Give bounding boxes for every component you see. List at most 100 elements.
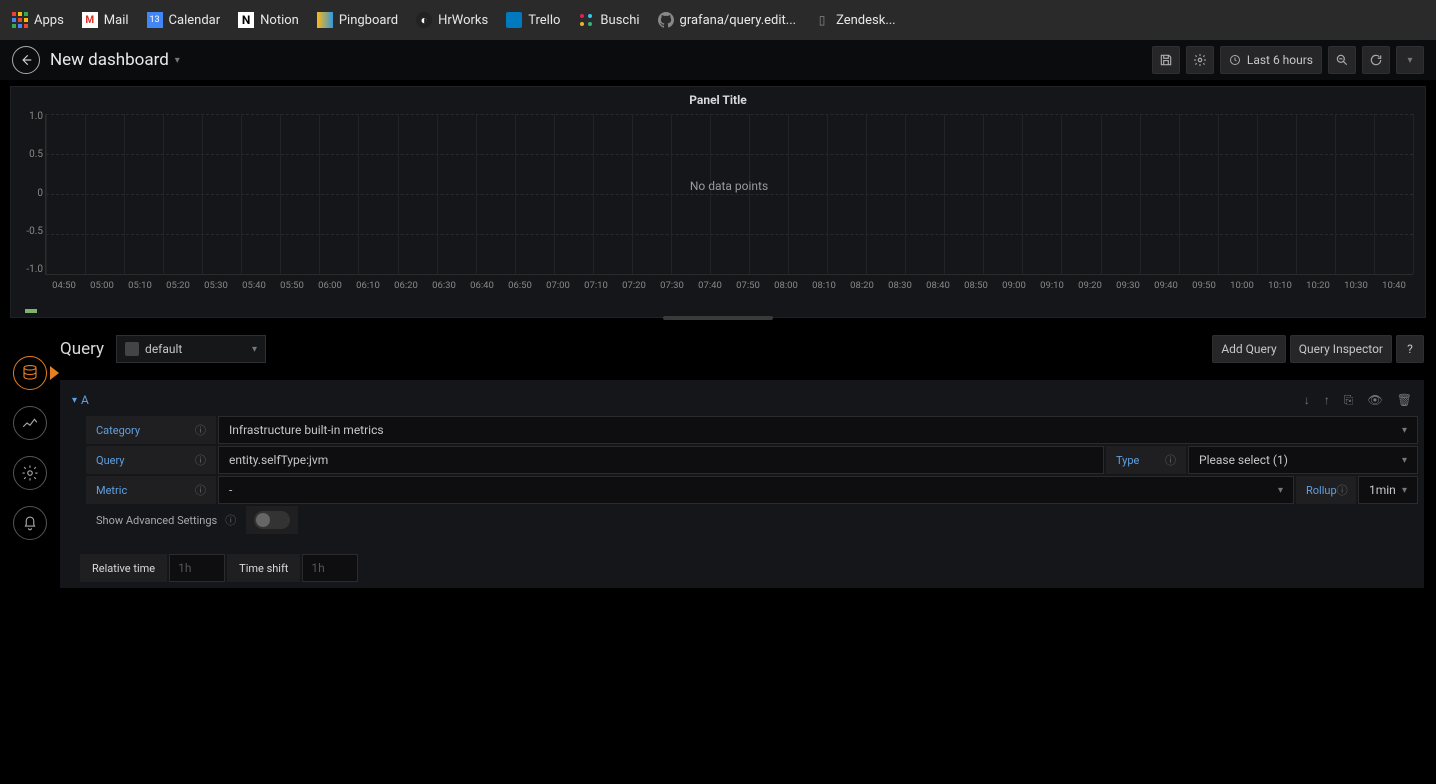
bookmark-hrworks[interactable]: ◐ HrWorks [416,12,488,28]
info-icon[interactable]: ⓘ [1337,482,1348,498]
datasource-select[interactable]: default ▾ [116,335,266,363]
relative-time-label: Relative time [80,554,167,582]
dashboard-title: New dashboard [50,50,169,70]
slack-icon [578,12,594,28]
tab-queries[interactable] [13,356,47,390]
info-icon[interactable]: ⓘ [195,452,206,468]
apps-icon [12,12,28,28]
tab-alert[interactable] [13,506,47,540]
bookmark-label: Apps [34,13,64,28]
chart-area[interactable]: 1.0 0.5 0 -0.5 -1.0 No data points 04:50… [45,111,1413,289]
duplicate-button[interactable]: ⎘ [1344,393,1354,408]
category-label: Categoryⓘ [86,416,216,444]
category-select[interactable]: Infrastructure built-in metrics▾ [218,416,1418,444]
bookmark-calendar[interactable]: 13 Calendar [147,12,221,28]
move-down-button[interactable]: ↓ [1304,393,1310,408]
time-range-label: Last 6 hours [1247,53,1313,67]
zoom-out-icon [1335,53,1349,67]
query-section-title: Query [60,339,104,359]
query-row-header[interactable]: ▾ A ↓ ↑ ⎘ 👁 🗑 [66,386,1418,414]
caret-down-icon: ▾ [1402,485,1407,496]
info-icon[interactable]: ⓘ [1165,452,1176,468]
gear-icon [1193,53,1207,67]
advanced-toggle[interactable] [254,511,290,529]
bookmark-grafana-repo[interactable]: grafana/query.edit... [658,12,797,28]
bookmark-buschi[interactable]: Buschi [578,12,639,28]
rollup-label: Rollupⓘ [1296,476,1356,504]
query-header: Query default ▾ Add Query Query Inspecto… [60,330,1424,368]
back-button[interactable] [12,46,40,74]
query-row: ▾ A ↓ ↑ ⎘ 👁 🗑 Categoryⓘ Infrastructure b… [60,380,1424,588]
chart-icon [21,414,39,432]
type-select[interactable]: Please select (1)▾ [1188,446,1418,474]
dashboard-title-dropdown[interactable]: New dashboard ▾ [50,50,180,70]
relative-time-input[interactable]: 1h [169,554,225,582]
refresh-icon [1369,53,1383,67]
bell-icon [21,514,39,532]
zoom-out-button[interactable] [1328,46,1356,74]
tab-visualization[interactable] [13,406,47,440]
add-query-button[interactable]: Add Query [1212,335,1285,363]
metric-select[interactable]: -▾ [218,476,1294,504]
hrworks-icon: ◐ [416,12,432,28]
bookmark-apps[interactable]: Apps [12,12,64,28]
gear-icon [21,464,39,482]
clock-icon [1229,54,1241,66]
no-data-message: No data points [690,179,768,193]
panel-title: Panel Title [19,93,1417,107]
type-label: Typeⓘ [1106,446,1186,474]
panel: Panel Title 1.0 0.5 0 -0.5 -1.0 No data … [10,86,1426,318]
bookmark-trello[interactable]: Trello [506,12,560,28]
caret-down-icon: ▾ [175,55,180,66]
bookmark-label: Mail [104,13,129,28]
rollup-select[interactable]: 1min▾ [1358,476,1418,504]
bookmark-label: Buschi [600,13,639,28]
zendesk-icon: ▯ [814,12,830,28]
pingboard-icon [317,12,333,28]
info-icon[interactable]: ⓘ [195,482,206,498]
bookmark-label: grafana/query.edit... [680,13,797,28]
y-axis-labels: 1.0 0.5 0 -0.5 -1.0 [19,111,43,275]
info-icon[interactable]: ⓘ [225,512,236,528]
save-button[interactable] [1152,46,1180,74]
bookmark-zendesk[interactable]: ▯ Zendesk... [814,12,896,28]
remove-query-button[interactable]: 🗑 [1397,393,1412,408]
bookmark-label: Notion [260,13,299,28]
bookmark-label: Trello [528,13,560,28]
bookmark-notion[interactable]: N Notion [238,12,299,28]
save-icon [1159,53,1173,67]
x-axis-labels: 04:5005:0005:1005:2005:3005:4005:5006:00… [45,280,1413,291]
bookmark-mail[interactable]: M Mail [82,12,129,28]
tab-general[interactable] [13,456,47,490]
query-help-button[interactable]: ? [1396,335,1424,363]
gmail-icon: M [82,12,98,28]
advanced-label: Show Advanced Settings ⓘ [86,506,244,534]
settings-button[interactable] [1186,46,1214,74]
github-icon [658,12,674,28]
refresh-button[interactable] [1362,46,1390,74]
arrow-left-icon [19,53,33,67]
caret-down-icon: ▾ [252,344,257,355]
grid [45,114,1413,275]
query-inspector-button[interactable]: Query Inspector [1290,335,1392,363]
time-shift-input[interactable]: 1h [302,554,358,582]
caret-down-icon: ▾ [1402,455,1407,466]
metric-label: Metricⓘ [86,476,216,504]
refresh-interval-dropdown[interactable]: ▾ [1396,46,1424,74]
toggle-visibility-button[interactable]: 👁 [1368,393,1383,408]
bookmark-label: HrWorks [438,13,488,28]
bookmark-label: Pingboard [339,13,398,28]
move-up-button[interactable]: ↑ [1324,393,1330,408]
bookmark-label: Zendesk... [836,13,896,28]
info-icon[interactable]: ⓘ [195,422,206,438]
query-input[interactable]: entity.selfType:jvm [218,446,1104,474]
query-letter: A [81,393,89,407]
panel-resize-handle[interactable] [663,316,773,320]
calendar-icon: 13 [147,12,163,28]
datasource-icon [125,342,139,356]
time-range-button[interactable]: Last 6 hours [1220,46,1322,74]
bookmark-pingboard[interactable]: Pingboard [317,12,398,28]
database-icon [21,364,39,382]
legend-marker [25,309,37,313]
caret-down-icon: ▾ [1402,425,1407,436]
